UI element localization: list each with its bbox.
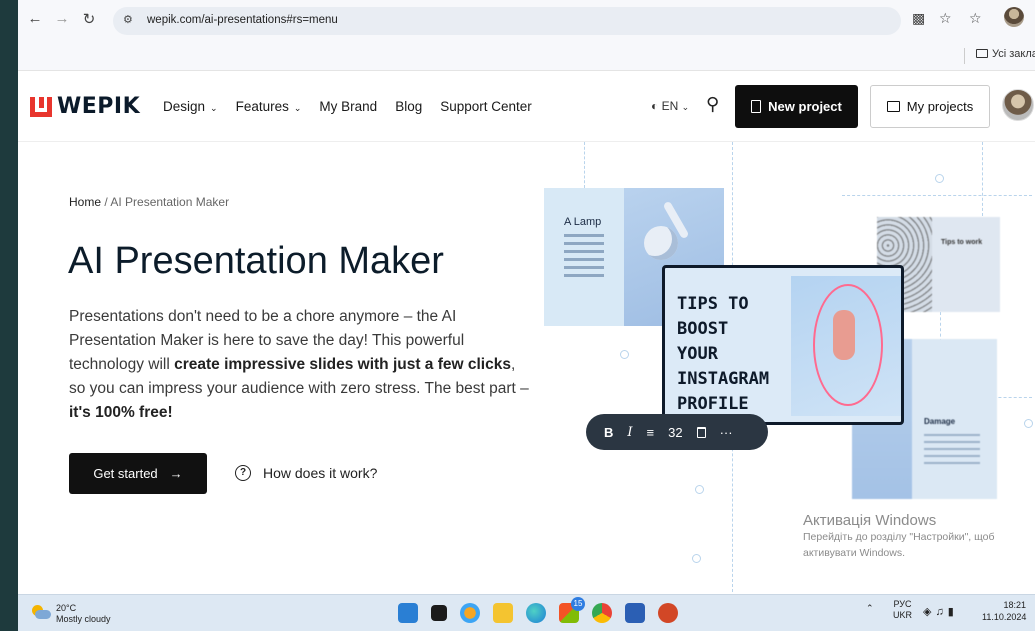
windows-taskbar: 20°C Mostly cloudy 15 ⌃ РУС UKR ◈♫▮ 18:21 1… [18,594,1035,631]
hero-description: Presentations don't need to be a chore a… [69,308,529,421]
page-title: AI Presentation Maker [68,240,444,282]
slide-card-instagram: TIPS TO BOOST YOUR INSTAGRAM PROFILE [662,265,904,425]
italic-button[interactable]: I [627,425,632,440]
edge-icon[interactable] [526,603,546,623]
chevron-down-icon: ⌄ [681,102,690,112]
menu-item-my-brand[interactable]: My Brand [319,99,377,114]
main-menu: Design ⌄ Features ⌄ My Brand Blog Support … [163,99,532,114]
menu-item-design[interactable]: Design ⌄ [163,99,218,114]
notification-badge: 15 [571,597,585,611]
browser-window: ← → ↻ ⚙ wepik.com/ai-presentations#rs=me… [18,0,1035,631]
chrome-icon[interactable] [592,603,612,623]
user-avatar[interactable] [1002,89,1034,121]
weather-icon[interactable] [32,605,51,619]
search-icon[interactable]: ⚲ [706,94,719,115]
bookmark-star-icon[interactable]: ☆ [969,10,982,27]
how-does-it-work-link[interactable]: ? How does it work? [235,465,377,481]
arrow-right-icon: → [169,466,183,481]
input-language[interactable]: РУС UKR [893,599,912,621]
bold-button[interactable]: B [604,425,613,440]
more-button[interactable]: ··· [720,425,733,440]
card-lamp-title: A Lamp [564,216,602,228]
star-icon[interactable]: ☆ [939,10,952,27]
text-format-toolbar: B I ≡ 32 ··· [586,414,768,450]
my-projects-label: My projects [906,99,974,114]
new-project-label: New project [768,99,842,114]
tray-chevron-icon[interactable]: ⌃ [866,603,874,614]
wepik-logo[interactable]: WEPIK [30,94,140,119]
get-started-button[interactable]: Get started → [69,453,207,494]
bookmark-separator [964,48,965,64]
folder-icon [976,49,988,58]
font-size-value[interactable]: 32 [668,425,682,440]
bookmark-folder-label: Усі заклад [992,48,1035,60]
menu-item-features[interactable]: Features ⌄ [236,99,302,114]
logo-mark-icon [30,96,52,117]
powerpoint-icon[interactable] [658,603,678,623]
store-icon[interactable]: 15 [559,597,585,623]
site-header: WEPIK Design ⌄ Features ⌄ My Brand Blog Su… [18,72,1035,142]
windows-start-icon[interactable] [398,603,418,623]
logo-text: WEPIK [57,94,141,119]
chevron-down-icon: ⌄ [293,103,302,113]
bookmark-folder[interactable]: Усі заклад [976,48,1035,60]
back-icon[interactable]: ← [26,10,44,27]
watermark-subtitle: Перейдіть до розділу "Настройки", щоб ак… [803,531,995,559]
how-does-it-work-label: How does it work? [263,465,378,481]
menu-item-support-center[interactable]: Support Center [440,99,532,114]
widgets-icon[interactable] [460,603,480,623]
card-damage-title: Damage [924,417,956,426]
breadcrumb-home[interactable]: Home [69,195,101,209]
my-projects-button[interactable]: My projects [870,85,990,128]
trash-icon[interactable] [696,426,706,438]
globe-icon: ◐ [651,99,659,113]
browser-toolbar: ← → ↻ ⚙ wepik.com/ai-presentations#rs=me… [18,0,1035,71]
system-clock[interactable]: 18:21 11.10.2024 [982,599,1026,623]
astronaut-image [791,276,901,416]
menu-item-blog[interactable]: Blog [395,99,422,114]
breadcrumb: Home / AI Presentation Maker [69,195,230,209]
language-selector[interactable]: ◐ EN ⌄ [651,99,689,113]
document-icon [751,100,762,113]
reload-icon[interactable]: ↻ [80,10,98,28]
taskbar-apps: 15 [398,597,678,623]
watermark-title: Активація Windows [803,512,937,529]
task-view-icon[interactable] [431,605,447,621]
question-icon: ? [235,465,251,481]
card-tip-title: Tips to work [941,239,983,246]
language-label: EN [661,99,679,113]
address-bar[interactable]: ⚙ wepik.com/ai-presentations#rs=menu [113,7,901,35]
new-project-button[interactable]: New project [735,85,858,128]
url-text[interactable]: wepik.com/ai-presentations#rs=menu [147,14,338,26]
tray-status-icons[interactable]: ◈♫▮ [923,605,958,618]
word-icon[interactable] [625,603,645,623]
translate-icon[interactable]: ▩ [912,10,925,27]
forward-icon[interactable]: → [53,10,71,27]
windows-activation-watermark: Активація Windows Перейдіть до розділу "… [803,512,1033,561]
breadcrumb-current: AI Presentation Maker [110,195,230,209]
browser-profile-avatar[interactable] [1004,7,1024,27]
card-ig-text: TIPS TO BOOST YOUR INSTAGRAM PROFILE [677,294,770,414]
chevron-down-icon: ⌄ [210,103,218,113]
file-explorer-icon[interactable] [493,603,513,623]
folder-icon [886,101,900,112]
weather-widget[interactable]: 20°C Mostly cloudy [56,603,111,625]
align-button[interactable]: ≡ [647,425,655,440]
get-started-label: Get started [93,466,158,481]
site-settings-icon[interactable]: ⚙ [123,13,133,26]
